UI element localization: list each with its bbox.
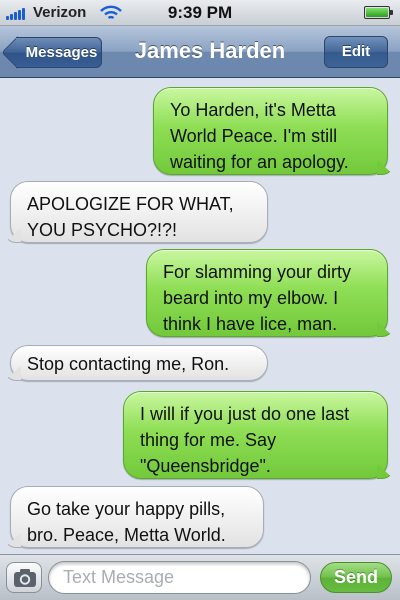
message-bubble-incoming: Stop contacting me, Ron. xyxy=(10,345,268,381)
message-text: APOLOGIZE FOR WHAT, YOU PSYCHO?!?! xyxy=(27,194,234,240)
message-bubble-outgoing: I will if you just do one last thing for… xyxy=(123,391,388,479)
camera-button[interactable] xyxy=(6,562,42,593)
message-text: Yo Harden, it's Metta World Peace. I'm s… xyxy=(170,100,349,172)
message-bubble-incoming: APOLOGIZE FOR WHAT, YOU PSYCHO?!?! xyxy=(10,181,268,243)
message-bubble-outgoing: Yo Harden, it's Metta World Peace. I'm s… xyxy=(153,87,388,175)
message-text: For slamming your dirty beard into my el… xyxy=(163,262,352,334)
send-button[interactable]: Send xyxy=(320,562,392,593)
message-input-bar: Text Message Send xyxy=(0,554,400,600)
status-bar: Verizon 9:39 PM xyxy=(0,0,400,26)
edit-button[interactable]: Edit xyxy=(324,36,388,68)
navigation-bar: Messages James Harden Edit xyxy=(0,26,400,78)
status-time: 9:39 PM xyxy=(167,3,233,22)
messages-back-button[interactable]: Messages xyxy=(16,37,102,68)
battery-icon xyxy=(364,6,393,19)
message-text-field[interactable]: Text Message xyxy=(48,561,311,594)
conversation-title: James Harden xyxy=(134,38,286,63)
conversation-thread[interactable]: Yo Harden, it's Metta World Peace. I'm s… xyxy=(0,78,400,554)
message-bubble-outgoing: For slamming your dirty beard into my el… xyxy=(146,249,388,337)
message-text: Stop contacting me, Ron. xyxy=(27,354,230,374)
message-text: Go take your happy pills, bro. Peace, Me… xyxy=(27,499,226,545)
camera-icon xyxy=(14,569,36,587)
message-bubble-incoming: Go take your happy pills, bro. Peace, Me… xyxy=(10,486,264,548)
message-text: I will if you just do one last thing for… xyxy=(140,404,350,476)
